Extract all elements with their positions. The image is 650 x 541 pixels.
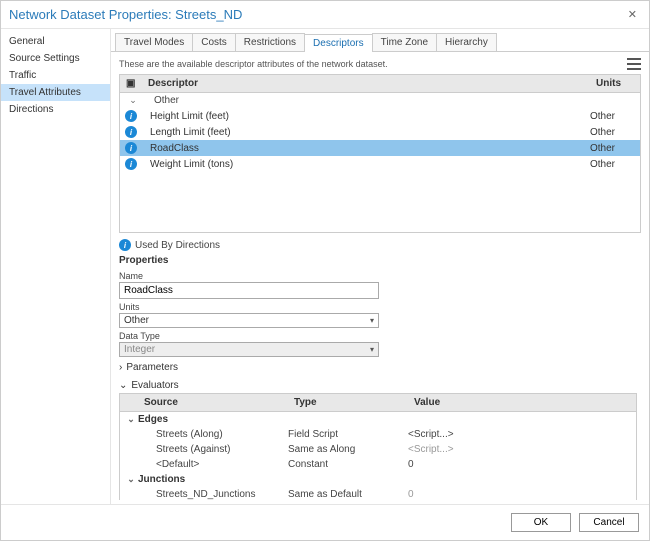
tab-descriptors[interactable]: Descriptors	[304, 34, 373, 52]
name-input[interactable]	[119, 282, 379, 299]
tab-restrictions[interactable]: Restrictions	[235, 33, 305, 51]
hamburger-icon[interactable]	[627, 58, 641, 70]
used-by-label: Used By Directions	[135, 240, 220, 251]
parameters-section[interactable]: › Parameters	[119, 357, 637, 375]
header-source[interactable]: Source	[138, 394, 288, 411]
info-icon: i	[125, 142, 137, 154]
info-icon: i	[125, 126, 137, 138]
evaluators-grid-header: Source Type Value	[119, 393, 637, 412]
descriptor-name: RoadClass	[142, 143, 590, 154]
chevron-right-icon: ›	[119, 362, 122, 373]
properties-header: Properties	[119, 253, 637, 268]
descriptor-name: Length Limit (feet)	[142, 127, 590, 138]
header-value[interactable]: Value	[408, 394, 636, 411]
tab-hierarchy[interactable]: Hierarchy	[436, 33, 497, 51]
group-junctions[interactable]: ⌄ Junctions	[120, 472, 636, 487]
header-units[interactable]: Units	[590, 75, 640, 92]
group-other[interactable]: ⌄ Other	[120, 93, 640, 108]
properties-area: Properties Name Units Other▾ Data Type I…	[119, 253, 641, 500]
chevron-down-icon[interactable]: ⌄	[124, 414, 138, 425]
datatype-select: Integer▾	[119, 342, 379, 357]
cancel-button[interactable]: Cancel	[579, 513, 639, 532]
descriptor-name: Height Limit (feet)	[142, 111, 590, 122]
descriptor-row[interactable]: i RoadClass Other	[120, 140, 640, 156]
tab-travel-modes[interactable]: Travel Modes	[115, 33, 193, 51]
subtitle: These are the available descriptor attri…	[119, 59, 388, 69]
dialog-title: Network Dataset Properties: Streets_ND	[9, 7, 624, 22]
sidebar-item-travel-attributes[interactable]: Travel Attributes	[1, 84, 110, 101]
properties-scroll[interactable]: Properties Name Units Other▾ Data Type I…	[119, 253, 641, 500]
info-icon: i	[119, 239, 131, 251]
evaluators-section[interactable]: ⌄ Evaluators	[119, 375, 637, 393]
footer: OK Cancel	[1, 504, 649, 540]
info-icon: i	[125, 110, 137, 122]
eval-row[interactable]: <Default> Constant 0	[120, 457, 636, 472]
sidebar-item-general[interactable]: General	[1, 33, 110, 50]
chevron-down-icon: ⌄	[119, 380, 127, 391]
parameters-label: Parameters	[126, 362, 178, 373]
used-by-row: i Used By Directions	[119, 233, 641, 253]
descriptor-row[interactable]: i Length Limit (feet) Other	[120, 124, 640, 140]
titlebar: Network Dataset Properties: Streets_ND ✕	[1, 1, 649, 29]
header-type[interactable]: Type	[288, 394, 408, 411]
descriptor-units: Other	[590, 127, 640, 138]
sidebar-item-source-settings[interactable]: Source Settings	[1, 50, 110, 67]
close-icon[interactable]: ✕	[624, 8, 641, 21]
info-icon: i	[125, 158, 137, 170]
tab-bar: Travel Modes Costs Restrictions Descript…	[111, 29, 649, 52]
chevron-down-icon[interactable]: ⌄	[126, 95, 140, 106]
descriptor-name: Weight Limit (tons)	[142, 159, 590, 170]
descriptor-row[interactable]: i Weight Limit (tons) Other	[120, 156, 640, 172]
descriptor-units: Other	[590, 143, 640, 154]
chevron-down-icon[interactable]: ⌄	[124, 474, 138, 485]
datatype-label: Data Type	[119, 328, 637, 342]
header-icon-col: ▣	[120, 75, 142, 92]
descriptor-row[interactable]: i Height Limit (feet) Other	[120, 108, 640, 124]
descriptors-grid-header: ▣ Descriptor Units	[119, 74, 641, 93]
sidebar-item-directions[interactable]: Directions	[1, 101, 110, 118]
eval-row[interactable]: Streets_ND_Junctions Same as Default 0	[120, 487, 636, 500]
tab-time-zone[interactable]: Time Zone	[372, 33, 437, 51]
descriptors-grid-body: ⌄ Other i Height Limit (feet) Other i Le…	[119, 93, 641, 233]
chevron-down-icon: ▾	[370, 345, 374, 354]
evaluators-label: Evaluators	[131, 380, 178, 391]
units-label: Units	[119, 299, 637, 313]
units-select[interactable]: Other▾	[119, 313, 379, 328]
descriptor-units: Other	[590, 111, 640, 122]
descriptor-units: Other	[590, 159, 640, 170]
chevron-down-icon: ▾	[370, 316, 374, 325]
eval-row[interactable]: Streets (Against) Same as Along <Script.…	[120, 442, 636, 457]
ok-button[interactable]: OK	[511, 513, 571, 532]
header-descriptor[interactable]: Descriptor	[142, 75, 590, 92]
main: Travel Modes Costs Restrictions Descript…	[111, 29, 649, 504]
subtitle-row: These are the available descriptor attri…	[119, 56, 641, 74]
sidebar: General Source Settings Traffic Travel A…	[1, 29, 111, 504]
dialog: Network Dataset Properties: Streets_ND ✕…	[0, 0, 650, 541]
dialog-body: General Source Settings Traffic Travel A…	[1, 29, 649, 504]
group-edges[interactable]: ⌄ Edges	[120, 412, 636, 427]
evaluators-grid-body: ⌄ Edges Streets (Along) Field Script <Sc…	[119, 412, 637, 500]
group-label: Other	[154, 95, 179, 106]
sidebar-item-traffic[interactable]: Traffic	[1, 67, 110, 84]
name-label: Name	[119, 268, 637, 282]
eval-row[interactable]: Streets (Along) Field Script <Script...>	[120, 427, 636, 442]
tab-content: These are the available descriptor attri…	[111, 52, 649, 504]
tab-costs[interactable]: Costs	[192, 33, 236, 51]
